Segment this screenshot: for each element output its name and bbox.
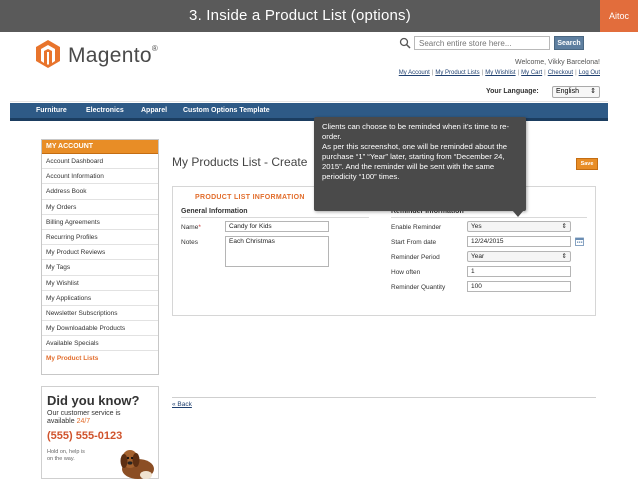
notes-label: Notes [181,239,198,246]
updown-chevron-icon: ⇕ [590,88,596,95]
name-input[interactable] [225,221,329,232]
promo-line1: Our customer service is [47,410,121,417]
sidebar-item-recurring-profiles[interactable]: Recurring Profiles [42,230,158,246]
promo-phone: (555) 555-0123 [47,430,123,442]
top-link-my-product-lists[interactable]: My Product Lists [435,70,479,76]
sidebar-item-billing-agreements[interactable]: Billing Agreements [42,215,158,230]
language-select[interactable]: English ⇕ [552,86,600,98]
how-often-input[interactable] [467,266,571,277]
store-header: Magento® Search Welcome, Vikky Barcelona… [10,32,608,102]
back-link[interactable]: « Back [172,401,192,408]
dog-illustration [120,450,154,479]
top-links: My Account | My Product Lists | My Wishlist |… [398,70,600,76]
enable-reminder-select[interactable]: Yes ⇕ [467,221,571,232]
sidebar-item-available-specials[interactable]: Available Specials [42,336,158,352]
how-often-label: How often [391,269,421,276]
save-button[interactable]: Save [576,158,598,170]
section-title: PRODUCT LIST INFORMATION [195,194,305,201]
reminder-quantity-input[interactable] [467,281,571,292]
form-divider [172,397,596,398]
updown-chevron-icon: ⇕ [561,223,567,230]
store-screenshot: Magento® Search Welcome, Vikky Barcelona… [10,32,608,479]
promo-hold: Hold on, help is on the way. [47,449,85,462]
updown-chevron-icon: ⇕ [561,253,567,260]
slide-title: 3. Inside a Product List (options) [189,7,411,24]
sidebar-item-my-downloadable-products[interactable]: My Downloadable Products [42,321,158,337]
sidebar-heading: MY ACCOUNT [42,140,158,154]
welcome-message: Welcome, Vikky Barcelona! [515,59,600,66]
account-sidebar: MY ACCOUNT Account Dashboard Account Inf… [41,139,159,375]
slide-title-bar: 3. Inside a Product List (options) Aitoc [0,0,638,32]
annotation-callout: Clients can choose to be reminded when i… [314,117,526,211]
promo-did-you-know: Did you know? Our customer service is av… [41,386,159,479]
top-link-log-out[interactable]: Log Out [579,70,600,76]
notes-textarea[interactable]: Each Christmas [225,236,329,267]
promo-line2: available 24/7 [47,418,91,425]
name-label: Name* [181,224,201,231]
start-date-label: Start From date [391,239,437,246]
start-date-input[interactable] [467,236,571,247]
reminder-quantity-label: Reminder Quantity [391,284,446,291]
nav-item-electronics[interactable]: Electronics [86,107,124,114]
callout-tail [512,210,524,217]
search-button[interactable]: Search [554,36,584,50]
callout-text: Clients can choose to be reminded when i… [322,122,510,182]
sidebar-item-my-product-lists[interactable]: My Product Lists [42,351,158,366]
sidebar-item-account-dashboard[interactable]: Account Dashboard [42,154,158,170]
sidebar-item-account-information[interactable]: Account Information [42,169,158,185]
sidebar-item-my-applications[interactable]: My Applications [42,291,158,306]
reminder-period-label: Reminder Period [391,254,440,261]
store-logo[interactable]: Magento® [68,44,158,68]
sidebar-item-my-orders[interactable]: My Orders [42,200,158,215]
top-link-my-wishlist[interactable]: My Wishlist [485,70,515,76]
sidebar-item-my-product-reviews[interactable]: My Product Reviews [42,245,158,261]
calendar-icon[interactable] [575,237,584,246]
magnifier-icon [399,37,411,49]
page-title: My Products List - Create [172,155,308,169]
top-link-my-account[interactable]: My Account [399,70,430,76]
search-input[interactable] [414,36,550,50]
sidebar-item-my-wishlist[interactable]: My Wishlist [42,276,158,291]
nav-item-custom-options-template[interactable]: Custom Options Template [183,107,270,114]
top-link-checkout[interactable]: Checkout [548,70,573,76]
sidebar-item-address-book[interactable]: Address Book [42,184,158,200]
promo-title: Did you know? [47,393,140,408]
sidebar-item-newsletter-subscriptions[interactable]: Newsletter Subscriptions [42,306,158,322]
reminder-period-select[interactable]: Year ⇕ [467,251,571,262]
language-label: Your Language: [486,88,539,95]
enable-reminder-label: Enable Reminder [391,224,442,231]
nav-item-apparel[interactable]: Apparel [141,107,167,114]
magento-logo-icon [36,40,60,68]
nav-item-furniture[interactable]: Furniture [36,107,67,114]
brand-tag: Aitoc [600,0,638,32]
top-link-my-cart[interactable]: My Cart [521,70,542,76]
sidebar-item-my-tags[interactable]: My Tags [42,260,158,276]
